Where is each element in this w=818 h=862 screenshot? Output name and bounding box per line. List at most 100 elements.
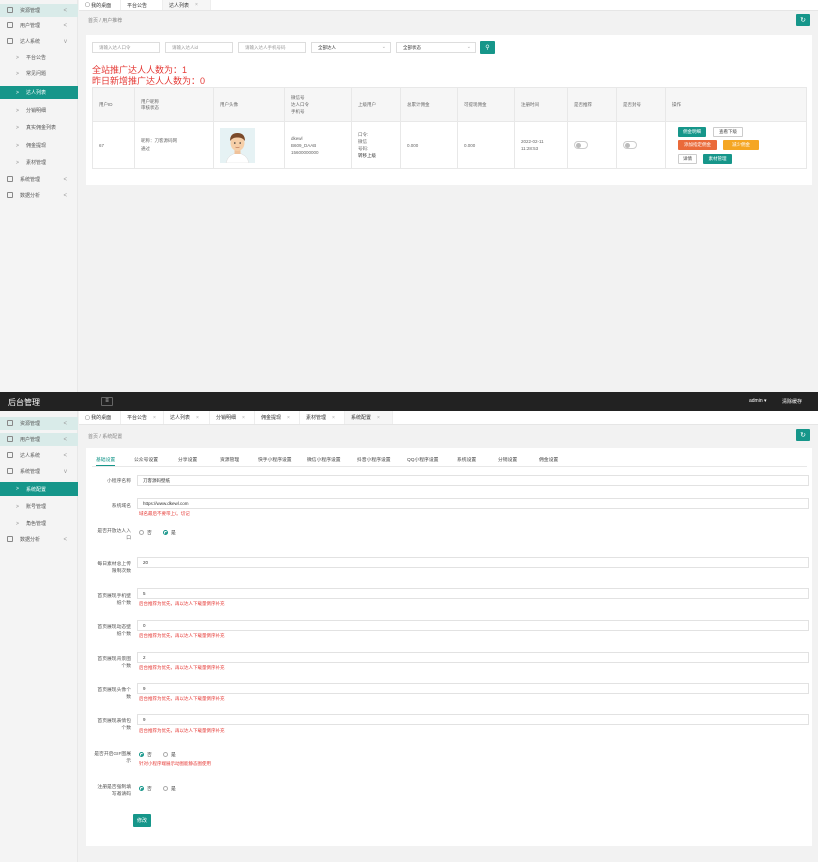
tab-desktop[interactable]: ▢ 我的桌面 <box>79 0 121 10</box>
sidebar-item-faq[interactable]: > 常见问题 <box>0 67 78 80</box>
upload-limit-input[interactable]: 20 <box>137 557 809 568</box>
cell-user-id: 67 <box>92 121 135 169</box>
sidebar-item-system[interactable]: 系统管理 v <box>0 465 78 478</box>
open-entry-label: 是否开放达人入口 <box>97 529 131 541</box>
upload-limit-label: 每日素材总上传限制次数 <box>97 562 131 574</box>
talent-id-input[interactable]: 请输入达人id <box>165 42 233 53</box>
invite-yes-radio[interactable]: 是 <box>163 785 176 792</box>
sidebar-item-analytics[interactable]: 数据分析 < <box>0 189 78 202</box>
sidebar-item-analytics[interactable]: 数据分析 < <box>0 533 78 546</box>
background-count-input[interactable]: 2 <box>137 652 809 663</box>
menu-toggle-button[interactable]: ≡ <box>101 397 113 406</box>
tab-withdraw[interactable]: 佣金提现 × <box>255 411 300 424</box>
material-manage-button[interactable]: 素材管理 <box>703 154 732 164</box>
form-tab-qq-mini[interactable]: QQ小程序设置 <box>407 453 438 466</box>
sidebar-item-announcement[interactable]: > 平台公告 <box>0 51 78 64</box>
cell-register-time: 2022-02-11 11:28:53 <box>514 121 568 169</box>
sidebar-item-distribution[interactable]: > 分销明细 <box>0 104 78 117</box>
close-icon[interactable]: × <box>377 415 380 421</box>
tab-desktop[interactable]: ▢ 我的桌面 <box>79 411 121 424</box>
form-tab-system[interactable]: 系统设置 <box>457 453 476 466</box>
emoji-count-input[interactable]: 9 <box>137 714 809 725</box>
close-icon[interactable]: × <box>196 415 199 421</box>
sidebar-item-material[interactable]: > 素材管理 <box>0 156 78 169</box>
view-subordinates-button[interactable]: 查看下级 <box>713 127 743 137</box>
sidebar-item-system[interactable]: 系统管理 < <box>0 173 78 186</box>
add-commission-button[interactable]: 添加指定佣金 <box>678 140 717 150</box>
sidebar-item-resources[interactable]: 资源管理 < <box>0 417 78 430</box>
col-register-time: 注册时间 <box>514 87 568 122</box>
tab-system-config[interactable]: 系统配置 × <box>345 411 393 424</box>
sidebar-bottom: 资源管理 < 用户管理 < 达人系统 < 系统管理 v > 系统配置 > 账号管理 > 角色管… <box>0 411 78 862</box>
close-icon[interactable]: × <box>153 415 156 421</box>
form-tab-douyin-mini[interactable]: 抖音小程序设置 <box>357 453 391 466</box>
search-button[interactable]: ⚲ <box>480 41 495 54</box>
col-banned: 是否封号 <box>616 87 666 122</box>
close-icon[interactable]: × <box>195 2 198 8</box>
sidebar-item-commission-list[interactable]: > 真实佣金列表 <box>0 121 78 134</box>
sidebar-item-users[interactable]: 用户管理 < <box>0 19 78 32</box>
cell-nickname: 昵称：刀客源码网 通过 <box>134 121 214 169</box>
sidebar-item-roles[interactable]: > 角色管理 <box>0 517 78 530</box>
talent-phone-input[interactable]: 请输入达人手机号码 <box>238 42 306 53</box>
status-select[interactable]: 全部状态 ⌄ <box>396 42 476 53</box>
commission-detail-button[interactable]: 佣金明细 <box>678 127 706 137</box>
tab-distribution[interactable]: 分销明细 × <box>210 411 255 424</box>
form-tab-wechat-mini[interactable]: 微信小程序设置 <box>307 453 341 466</box>
col-actions: 操作 <box>665 87 807 122</box>
invite-no-radio[interactable]: 否 <box>139 785 152 792</box>
detail-button[interactable]: 详情 <box>678 154 697 164</box>
form-tab-official-account[interactable]: 公众号设置 <box>134 453 158 466</box>
tab-material[interactable]: 素材管理 × <box>300 411 345 424</box>
form-tab-distribution[interactable]: 分销设置 <box>498 453 517 466</box>
dynamic-wallpaper-count-input[interactable]: 0 <box>137 620 809 631</box>
sidebar-item-talent-list[interactable]: > 达人列表 <box>0 86 78 99</box>
clear-cache-button[interactable]: 清除缓存 <box>782 398 802 405</box>
breadcrumb-top: 首页 / 用户推荐 <box>88 18 123 24</box>
close-icon[interactable]: × <box>287 415 290 421</box>
banned-toggle[interactable] <box>623 140 637 149</box>
tab-announcement[interactable]: 平台公告 × <box>121 411 164 424</box>
sidebar-item-users[interactable]: 用户管理 < <box>0 433 78 446</box>
form-tab-commission[interactable]: 佣金设置 <box>539 453 558 466</box>
sidebar-item-accounts[interactable]: > 账号管理 <box>0 500 78 513</box>
transfer-parent-link[interactable]: 转移上级 <box>358 152 394 159</box>
gif-no-radio[interactable]: 否 <box>139 751 152 758</box>
domain-input[interactable]: https://www.dkewl.com <box>137 498 809 509</box>
open-entry-yes-radio[interactable]: 是 <box>163 529 176 536</box>
talent-type-select[interactable]: 全部达人 ⌄ <box>311 42 391 53</box>
avatar-count-input[interactable]: 9 <box>137 683 809 694</box>
submit-button[interactable]: 修改 <box>133 814 151 827</box>
col-avatar: 用户头像 <box>213 87 285 122</box>
form-tab-basic[interactable]: 基础设置 <box>96 453 116 466</box>
gif-yes-radio[interactable]: 是 <box>163 751 176 758</box>
recommend-toggle[interactable] <box>574 140 588 149</box>
cell-wechat: dkewl B609_DAAB 15600000000 <box>284 121 352 169</box>
sidebar-item-talent-system[interactable]: 达人系统 < <box>0 449 78 462</box>
refresh-button[interactable]: ↻ <box>796 14 810 26</box>
tab-talent-list[interactable]: 达人列表 × <box>164 411 210 424</box>
app-name-input[interactable]: 刀客源码壁纸 <box>137 475 809 486</box>
form-tab-resources[interactable]: 资源管理 <box>220 453 239 466</box>
chevron-right-icon: > <box>16 142 19 149</box>
chevron-right-icon: > <box>16 89 19 96</box>
sidebar-item-withdraw[interactable]: > 佣金提现 <box>0 139 78 152</box>
close-icon[interactable]: × <box>332 415 335 421</box>
refresh-button[interactable]: ↻ <box>796 429 810 441</box>
tab-announcement[interactable]: 平台公告 <box>121 0 163 10</box>
sidebar-item-talent-system[interactable]: 达人系统 v <box>0 35 78 48</box>
gear-icon <box>7 468 13 474</box>
emoji-count-label: 首页展现表情包个数 <box>97 719 131 731</box>
reduce-commission-button[interactable]: 减少佣金 <box>723 140 759 150</box>
phone-wallpaper-count-input[interactable]: 5 <box>137 588 809 599</box>
tab-talent-list[interactable]: 达人列表 × <box>163 0 211 10</box>
sidebar-item-resources[interactable]: 资源管理 < <box>0 4 78 17</box>
background-label: 首页展现背景图个数 <box>97 657 131 669</box>
user-menu[interactable]: admin ▾ <box>749 398 767 404</box>
talent-code-input[interactable]: 请输入达人口令 <box>92 42 160 53</box>
open-entry-no-radio[interactable]: 否 <box>139 529 152 536</box>
sidebar-item-system-config[interactable]: > 系统配置 <box>0 482 78 496</box>
close-icon[interactable]: × <box>242 415 245 421</box>
form-tab-kuaishou[interactable]: 快手小程序设置 <box>258 453 292 466</box>
form-tab-share[interactable]: 分享设置 <box>178 453 197 466</box>
